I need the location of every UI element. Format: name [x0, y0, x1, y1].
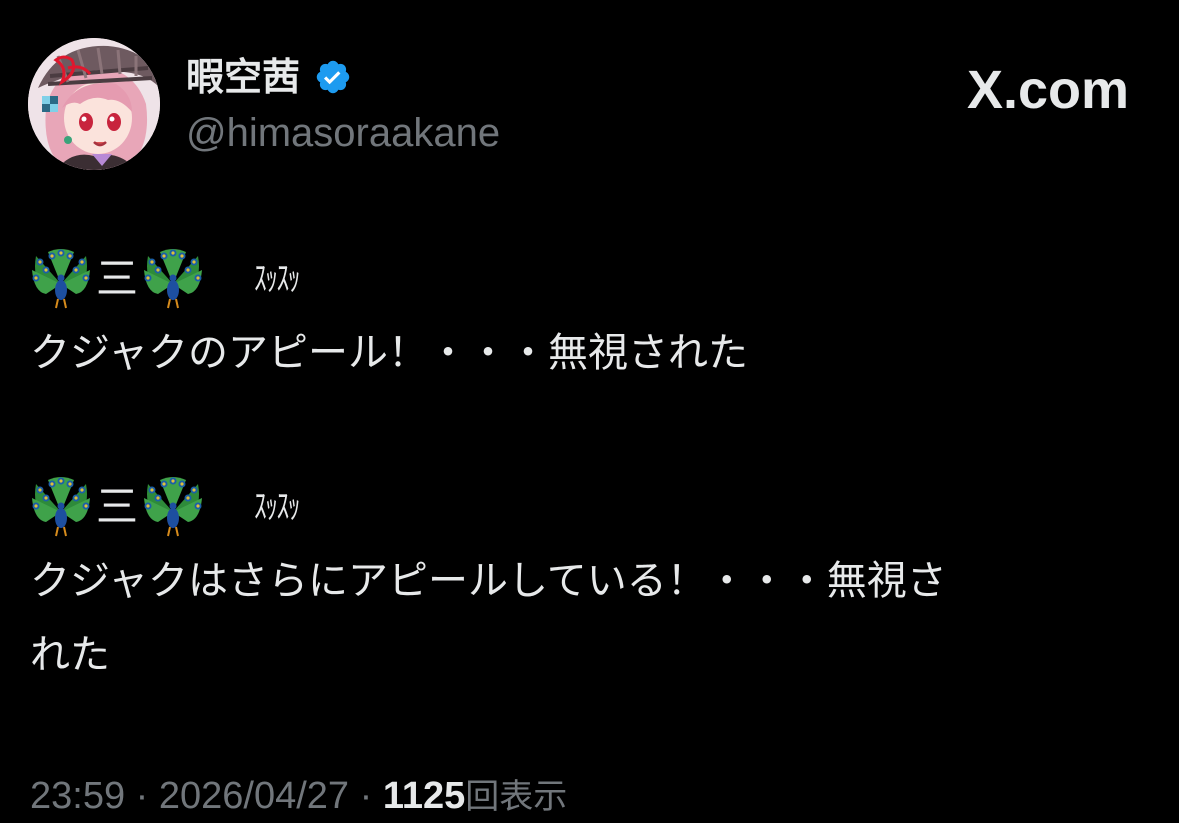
- post-header: 暇空茜 @himasoraakane X.com: [28, 38, 1151, 172]
- author-handle[interactable]: @himasoraakane: [186, 108, 500, 158]
- separator-text: 三: [96, 254, 139, 303]
- post-text-line: 三 ｽｯｽｯ: [30, 476, 1150, 538]
- brand-watermark: X.com: [967, 60, 1129, 120]
- meta-separator: ·: [349, 775, 383, 817]
- sound-effect-text: ｽｯｽｯ: [254, 487, 301, 527]
- peacock-icon: [30, 248, 92, 310]
- post-text-line: クジャクはさらにアピールしている！・・・無視さ: [30, 558, 947, 604]
- brand-text: X.com: [966, 60, 1129, 120]
- post-date[interactable]: 2026/04/27: [159, 775, 349, 817]
- display-name[interactable]: 暇空茜: [186, 52, 300, 102]
- sound-effect-text: ｽｯｽｯ: [254, 259, 301, 299]
- views-count[interactable]: 1125: [383, 775, 465, 817]
- meta-separator: ·: [125, 775, 159, 817]
- views-label: 回表示: [465, 777, 568, 817]
- separator-text: 三: [96, 482, 139, 531]
- post-text-line: れた: [30, 632, 110, 678]
- peacock-icon: [142, 476, 204, 538]
- post-time[interactable]: 23:59: [30, 775, 125, 817]
- avatar[interactable]: [28, 38, 160, 170]
- post-metadata: 23:59 · 2026/04/27 · 1125回表示: [30, 770, 567, 822]
- author-name-row: 暇空茜: [186, 52, 352, 102]
- post-text-line: 三 ｽｯｽｯ: [30, 248, 1150, 310]
- post-text-line: クジャクのアピール！・・・無視された: [30, 330, 748, 376]
- verified-badge-icon: [314, 58, 352, 96]
- peacock-icon: [30, 476, 92, 538]
- peacock-icon: [142, 248, 204, 310]
